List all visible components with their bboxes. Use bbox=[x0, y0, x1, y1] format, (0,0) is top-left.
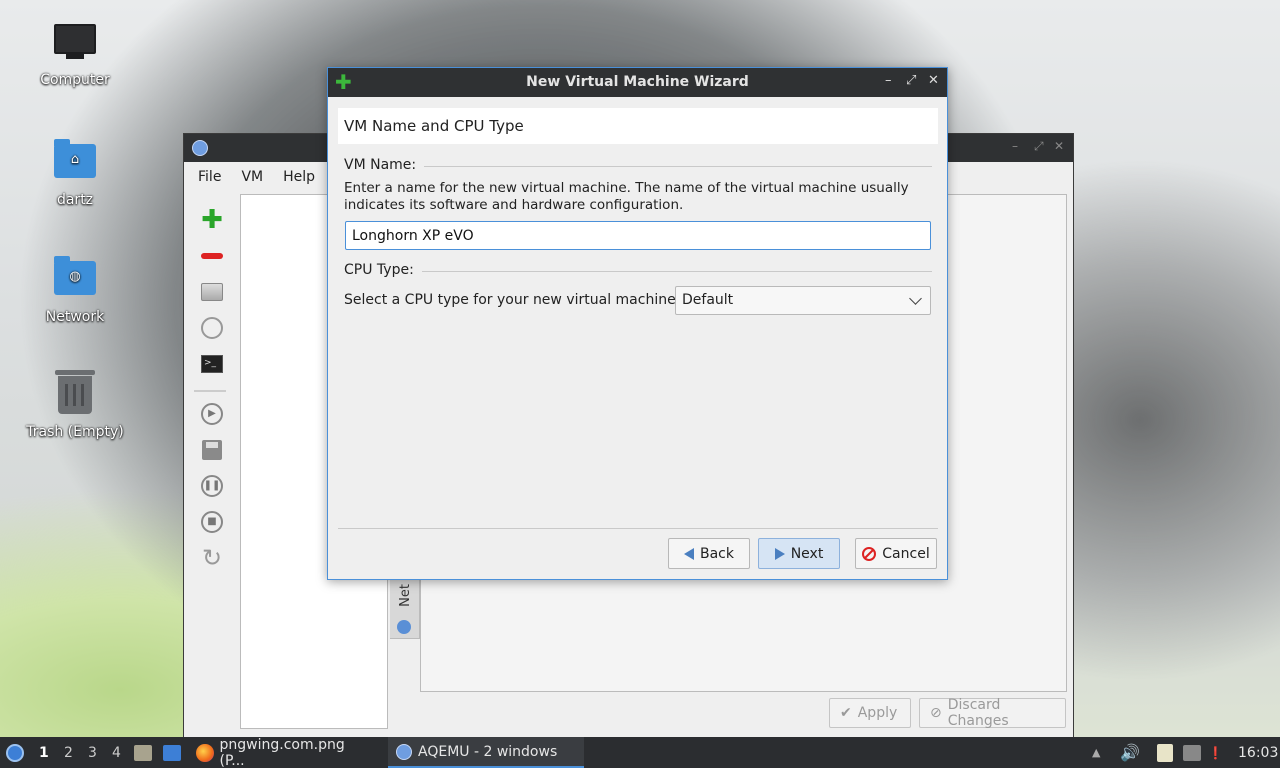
firefox-icon bbox=[196, 743, 214, 762]
desktop-icon-label: Trash (Empty) bbox=[26, 424, 124, 440]
clock[interactable]: 16:03 bbox=[1238, 737, 1278, 768]
desktop-icon bbox=[163, 744, 181, 761]
desktop-icon-dartz[interactable]: ⌂ dartz bbox=[15, 138, 135, 208]
save-icon[interactable] bbox=[198, 436, 226, 464]
toolbar-separator bbox=[194, 390, 226, 392]
cancel-label: Cancel bbox=[882, 545, 930, 562]
cpu-type-label: Select a CPU type for your new virtual m… bbox=[344, 292, 681, 308]
start-menu-button[interactable] bbox=[6, 737, 26, 768]
speaker-icon: 🔊 bbox=[1120, 743, 1140, 762]
workspace-1[interactable]: 1 bbox=[39, 737, 49, 768]
desktop-icon-label: Computer bbox=[40, 72, 110, 88]
minimize-icon[interactable]: – bbox=[885, 73, 892, 88]
globe-icon bbox=[397, 620, 411, 634]
discard-changes-button[interactable]: ⊘ Discard Changes bbox=[919, 697, 1066, 729]
clock-icon[interactable] bbox=[198, 314, 226, 342]
network-button[interactable] bbox=[1183, 737, 1201, 768]
back-button[interactable]: Back bbox=[668, 538, 750, 569]
network-folder-icon: ◍ bbox=[53, 256, 97, 305]
stop-icon[interactable]: ■ bbox=[198, 508, 226, 536]
aqemu-toolbar: ✚ >_ ▶ ❚❚ ■ ↻ bbox=[188, 198, 232, 572]
show-desktop-launcher[interactable] bbox=[163, 737, 181, 768]
cpu-type-section-label: CPU Type: bbox=[344, 262, 414, 278]
task-label: pngwing.com.png (P... bbox=[219, 736, 345, 768]
section-divider bbox=[424, 166, 932, 167]
vm-name-description: Enter a name for the new virtual machine… bbox=[344, 180, 909, 213]
maximize-icon[interactable]: ⤢ bbox=[1034, 139, 1044, 154]
desktop-icon-trash[interactable]: Trash (Empty) bbox=[15, 370, 135, 440]
close-icon[interactable]: ✕ bbox=[928, 73, 939, 88]
check-icon: ✔ bbox=[840, 705, 852, 721]
menu-file[interactable]: File bbox=[188, 169, 231, 185]
reset-icon[interactable]: ↻ bbox=[198, 544, 226, 572]
minimize-icon[interactable]: – bbox=[1012, 139, 1018, 153]
wizard-page-title: VM Name and CPU Type bbox=[338, 108, 938, 144]
back-label: Back bbox=[700, 545, 734, 562]
vm-name-input[interactable] bbox=[345, 221, 931, 250]
file-manager-icon bbox=[134, 744, 152, 761]
apply-label: Apply bbox=[857, 705, 898, 721]
next-button[interactable]: Next bbox=[758, 538, 840, 569]
desktop-icon-network[interactable]: ◍ Network bbox=[15, 255, 135, 325]
workspace-3[interactable]: 3 bbox=[88, 737, 97, 768]
workspace-2[interactable]: 2 bbox=[64, 737, 73, 768]
aqemu-app-icon bbox=[192, 140, 208, 156]
file-manager-launcher[interactable] bbox=[134, 737, 152, 768]
workspace-4[interactable]: 4 bbox=[112, 737, 121, 768]
network-tab[interactable]: Net bbox=[390, 579, 420, 639]
aqemu-icon bbox=[396, 743, 412, 760]
maximize-icon[interactable]: ⤢ bbox=[906, 73, 916, 88]
play-icon[interactable]: ▶ bbox=[198, 400, 226, 428]
network-icon bbox=[1183, 744, 1201, 761]
apply-button[interactable]: ✔ Apply bbox=[829, 698, 911, 728]
desktop-icon-label: Network bbox=[45, 309, 105, 325]
task-aqemu[interactable]: AQEMU - 2 windows bbox=[388, 737, 584, 768]
cpu-type-value: Default bbox=[682, 292, 734, 308]
menu-help[interactable]: Help bbox=[273, 169, 325, 185]
home-folder-icon: ⌂ bbox=[53, 139, 97, 188]
close-icon[interactable]: ✕ bbox=[1054, 139, 1064, 153]
desktop-icon-label: dartz bbox=[56, 192, 94, 208]
button-divider bbox=[338, 528, 938, 529]
arrow-right-icon bbox=[774, 547, 785, 560]
clipboard-button[interactable] bbox=[1157, 737, 1173, 768]
menu-vm[interactable]: VM bbox=[231, 169, 273, 185]
task-label: AQEMU - 2 windows bbox=[418, 743, 558, 760]
desktop-icon-computer[interactable]: Computer bbox=[15, 20, 135, 88]
task-image-viewer[interactable]: pngwing.com.png (P... bbox=[188, 737, 378, 768]
wizard-title: New Virtual Machine Wizard bbox=[526, 74, 749, 90]
arrow-up-icon: ▲ bbox=[1092, 746, 1101, 759]
discard-icon: ⊘ bbox=[930, 705, 942, 721]
cancel-button[interactable]: Cancel bbox=[855, 538, 937, 569]
network-tab-label: Net bbox=[398, 584, 413, 607]
terminal-icon[interactable]: >_ bbox=[198, 350, 226, 378]
volume-button[interactable]: 🔊 bbox=[1120, 737, 1140, 768]
vm-name-section-label: VM Name: bbox=[344, 157, 417, 173]
new-vm-wizard-dialog: ✚ New Virtual Machine Wizard – ⤢ ✕ VM Na… bbox=[327, 67, 948, 580]
clipboard-icon bbox=[1157, 743, 1173, 762]
pause-icon[interactable]: ❚❚ bbox=[198, 472, 226, 500]
chevron-down-icon bbox=[909, 292, 922, 305]
hdd-icon[interactable] bbox=[198, 278, 226, 306]
cpu-type-select[interactable]: Default bbox=[675, 286, 931, 315]
cpu-type-section: CPU Type: bbox=[344, 262, 934, 278]
remove-vm-icon[interactable] bbox=[198, 242, 226, 270]
tray-arrow[interactable]: ▲ bbox=[1092, 737, 1100, 768]
arrow-left-icon bbox=[684, 547, 694, 560]
section-divider bbox=[422, 271, 932, 272]
wizard-titlebar[interactable]: ✚ New Virtual Machine Wizard – ⤢ ✕ bbox=[328, 68, 947, 97]
trash-icon bbox=[53, 370, 97, 420]
add-vm-icon[interactable]: ✚ bbox=[198, 205, 226, 235]
updates-button[interactable]: ❗ bbox=[1208, 737, 1223, 768]
cancel-icon bbox=[862, 546, 877, 561]
start-icon bbox=[6, 743, 24, 762]
computer-icon bbox=[53, 24, 97, 68]
discard-label: Discard Changes bbox=[947, 697, 1009, 729]
vm-name-section: VM Name: bbox=[344, 157, 934, 173]
taskbar: 1 2 3 4 pngwing.com.png (P... AQEMU - 2 … bbox=[0, 737, 1280, 768]
info-icon: ❗ bbox=[1208, 745, 1223, 760]
next-label: Next bbox=[790, 545, 824, 562]
